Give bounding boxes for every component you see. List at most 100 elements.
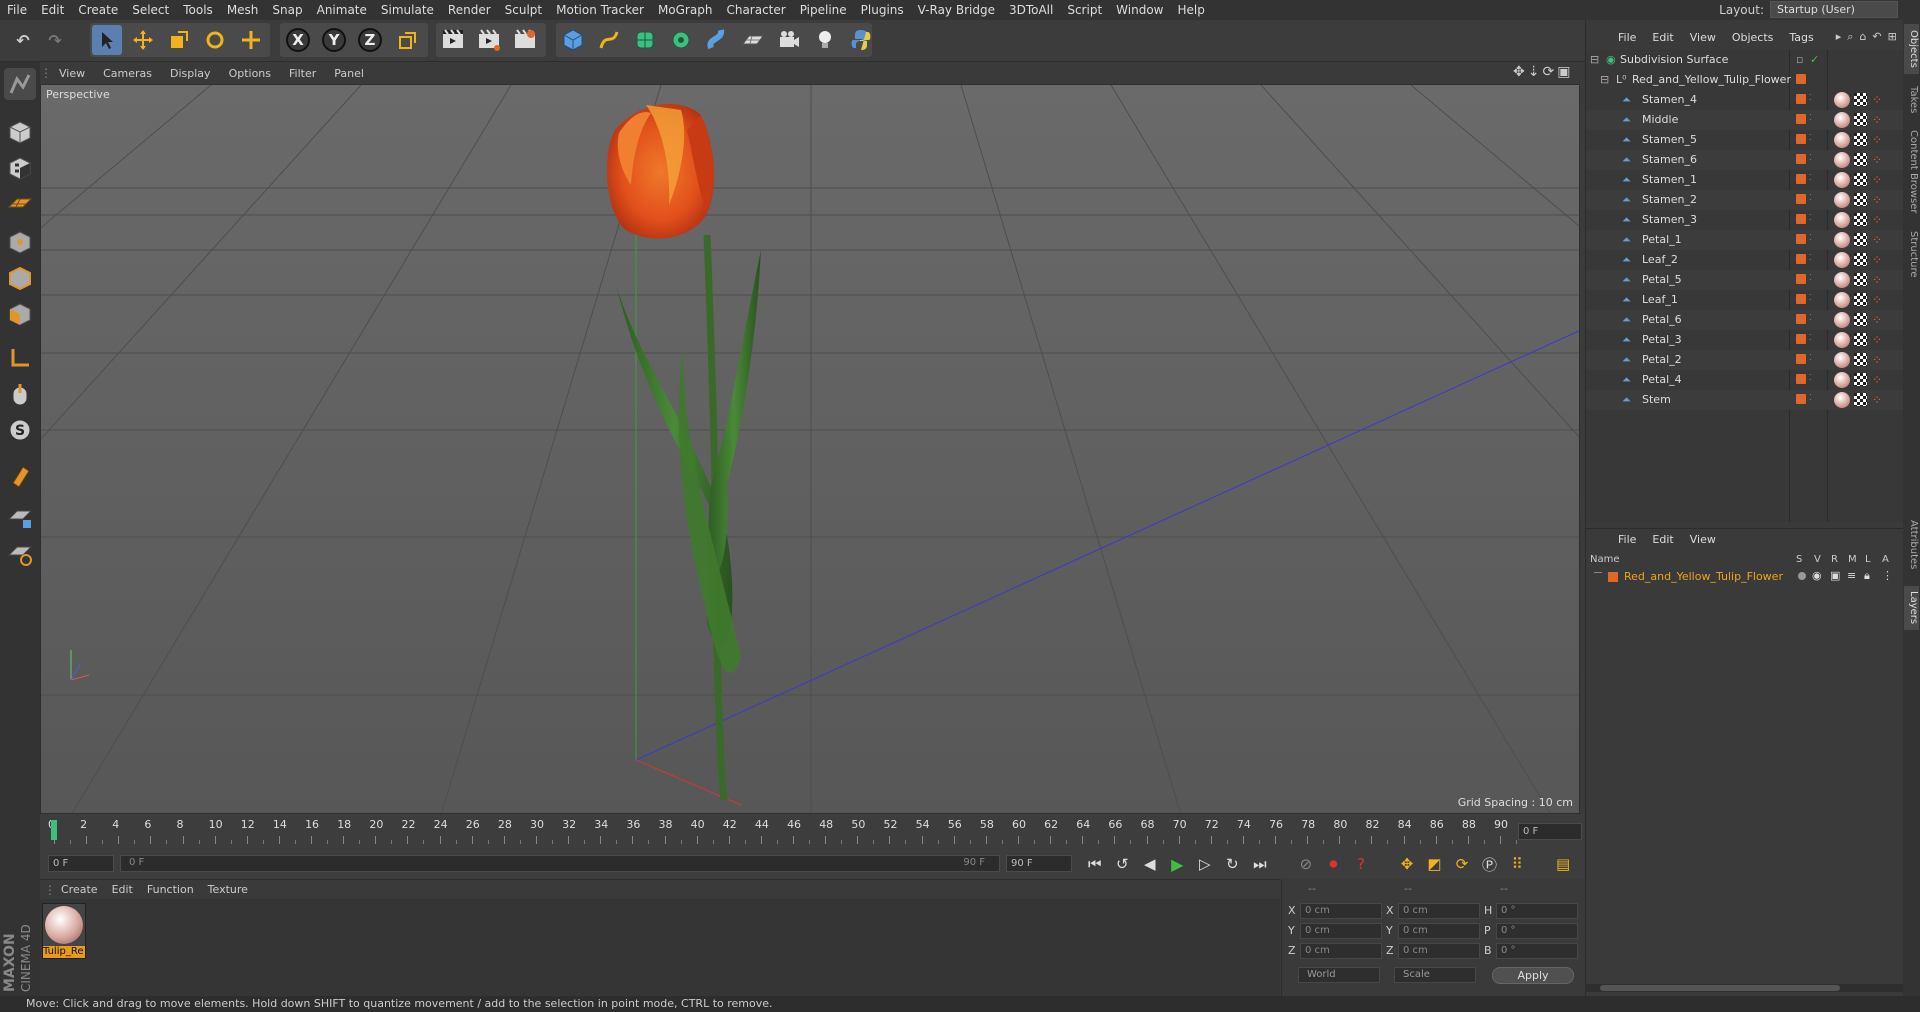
layout-select[interactable]: Startup (User) [1770,1,1898,18]
uvw-tag-icon[interactable] [1854,273,1867,286]
uvw-tag-icon[interactable] [1854,113,1867,126]
visibility-dots-icon[interactable]: ⁚ [1809,293,1812,302]
key-pla-icon[interactable]: ⠿ [1506,855,1528,873]
coordinate-space-select[interactable]: World [1298,967,1380,983]
select-tool-icon[interactable] [92,25,122,55]
selection-tag-icon[interactable]: ⁘ [1872,253,1886,267]
layer-color-tag[interactable] [1796,314,1806,324]
menu-render[interactable]: Render [441,0,498,20]
lock-workplane-icon[interactable] [4,502,36,534]
visibility-dots-icon[interactable]: ⁚ [1809,313,1812,322]
layer-color-tag[interactable] [1796,94,1806,104]
object-name[interactable]: Subdivision Surface [1620,53,1728,66]
visibility-dots-icon[interactable]: ⁚ [1809,173,1812,182]
menu-pipeline[interactable]: Pipeline [793,0,854,20]
object-name[interactable]: Stamen_3 [1642,213,1697,226]
object-name[interactable]: Stamen_2 [1642,193,1697,206]
size-z-field[interactable]: 0 cm [1398,943,1480,959]
selection-tag-icon[interactable]: ⁘ [1872,353,1886,367]
object-menu-edit[interactable]: Edit [1644,31,1681,44]
material-menu-function[interactable]: Function [140,883,201,896]
material-menu-create[interactable]: Create [54,883,105,896]
material-tag-icon[interactable] [1834,92,1850,108]
uvw-tag-icon[interactable] [1854,233,1867,246]
next-frame-icon[interactable]: ▷ [1194,855,1216,873]
object-name[interactable]: Stamen_1 [1642,173,1697,186]
uvw-tag-icon[interactable] [1854,213,1867,226]
visibility-dots-icon[interactable]: ⁚ [1809,213,1812,222]
frame-range-slider[interactable]: 0 F 90 F [120,855,1000,872]
side-tab-layers[interactable]: Layers [1904,586,1919,630]
layer-manager-icon[interactable]: ≡ [1847,569,1856,582]
material-menu-edit[interactable]: Edit [105,883,140,896]
light-icon[interactable] [810,25,840,55]
subdivision-generator-icon[interactable] [630,25,660,55]
object-name[interactable]: Stem [1642,393,1671,406]
pos-y-field[interactable]: 0 cm [1300,923,1382,939]
layer-lock-icon[interactable]: 🔒︎ [1864,569,1870,583]
texture-mode-icon[interactable] [4,152,36,184]
selection-tag-icon[interactable]: ⁘ [1872,233,1886,247]
collapse-icon[interactable]: ⊟ [1600,73,1609,86]
layer-color-tag[interactable] [1796,234,1806,244]
uvw-tag-icon[interactable] [1854,133,1867,146]
object-row[interactable]: ⏶ Petal_2 ⁚ ⁘ [1586,350,1904,370]
visibility-dots-icon[interactable]: ⁚ [1809,133,1812,142]
apply-button[interactable]: Apply [1492,967,1574,984]
uvw-tag-icon[interactable] [1854,373,1867,386]
object-row[interactable]: ⏶ Petal_3 ⁚ ⁘ [1586,330,1904,350]
viewport-menu-filter[interactable]: Filter [280,67,325,80]
timeline-window-icon[interactable]: ▤ [1552,855,1574,873]
tweak-mode-icon[interactable] [4,378,36,410]
visibility-dots-icon[interactable]: ⁚ [1809,193,1812,202]
object-name[interactable]: Leaf_1 [1642,293,1678,306]
object-name[interactable]: Petal_2 [1642,353,1682,366]
redo-icon[interactable]: ↷ [40,25,70,55]
perspective-viewport[interactable]: Perspective Grid Spacing : 10 cm [40,84,1580,814]
selection-tag-icon[interactable]: ⁘ [1872,273,1886,287]
visibility-dots-icon[interactable]: ⁚ [1809,353,1812,362]
uvw-tag-icon[interactable] [1854,193,1867,206]
pen-spline-icon[interactable] [594,25,624,55]
previous-frame-icon[interactable]: ◀ [1139,855,1161,873]
timeline-ruler[interactable]: 0246810121416182022242628303234363840424… [40,814,1585,850]
polygons-mode-icon[interactable] [4,298,36,330]
size-mode-select[interactable]: Scale [1394,967,1476,983]
selection-tag-icon[interactable]: ⁘ [1872,93,1886,107]
side-tab-takes[interactable]: Takes [1904,80,1919,120]
object-row[interactable]: ⏶ Petal_5 ⁚ ⁘ [1586,270,1904,290]
uvw-tag-icon[interactable] [1854,333,1867,346]
render-view-icon[interactable] [438,25,468,55]
material-tag-icon[interactable] [1834,132,1850,148]
layer-row[interactable]: Red_and_Yellow_Tulip_Flower ◉ ▣ ≡ 🔒︎ ⋮ [1586,568,1904,586]
layer-scrollbar[interactable] [1586,984,1904,992]
object-name[interactable]: Stamen_4 [1642,93,1697,106]
size-y-field[interactable]: 0 cm [1398,923,1480,939]
menu-edit[interactable]: Edit [34,0,71,20]
coordinate-system-icon[interactable] [393,25,423,55]
selection-tag-icon[interactable]: ⁘ [1872,193,1886,207]
planar-workplane-icon[interactable] [4,538,36,570]
layer-color-tag[interactable] [1796,194,1806,204]
material-tag-icon[interactable] [1834,372,1850,388]
layer-color-tag[interactable] [1796,334,1806,344]
uvw-tag-icon[interactable] [1854,93,1867,106]
model-mode-icon[interactable] [4,116,36,148]
pos-x-field[interactable]: 0 cm [1300,903,1382,919]
previous-key-icon[interactable]: ↺ [1112,855,1134,873]
object-name[interactable]: Middle [1642,113,1678,126]
layer-color-tag[interactable] [1796,114,1806,124]
material-tag-icon[interactable] [1834,212,1850,228]
pos-z-field[interactable]: 0 cm [1300,943,1382,959]
menu-plugins[interactable]: Plugins [854,0,911,20]
object-row[interactable]: ⏶ Petal_6 ⁚ ⁘ [1586,310,1904,330]
start-frame-field[interactable]: 0 F [48,855,114,872]
menu-window[interactable]: Window [1109,0,1170,20]
selection-tag-icon[interactable]: ⁘ [1872,313,1886,327]
go-to-start-icon[interactable]: ⏮ [1084,855,1106,873]
layer-name[interactable]: Red_and_Yellow_Tulip_Flower [1624,570,1783,583]
side-tab-attributes[interactable]: Attributes [1904,510,1919,580]
menu-tools[interactable]: Tools [176,0,220,20]
material-tag-icon[interactable] [1834,312,1850,328]
material-tag-icon[interactable] [1834,112,1850,128]
